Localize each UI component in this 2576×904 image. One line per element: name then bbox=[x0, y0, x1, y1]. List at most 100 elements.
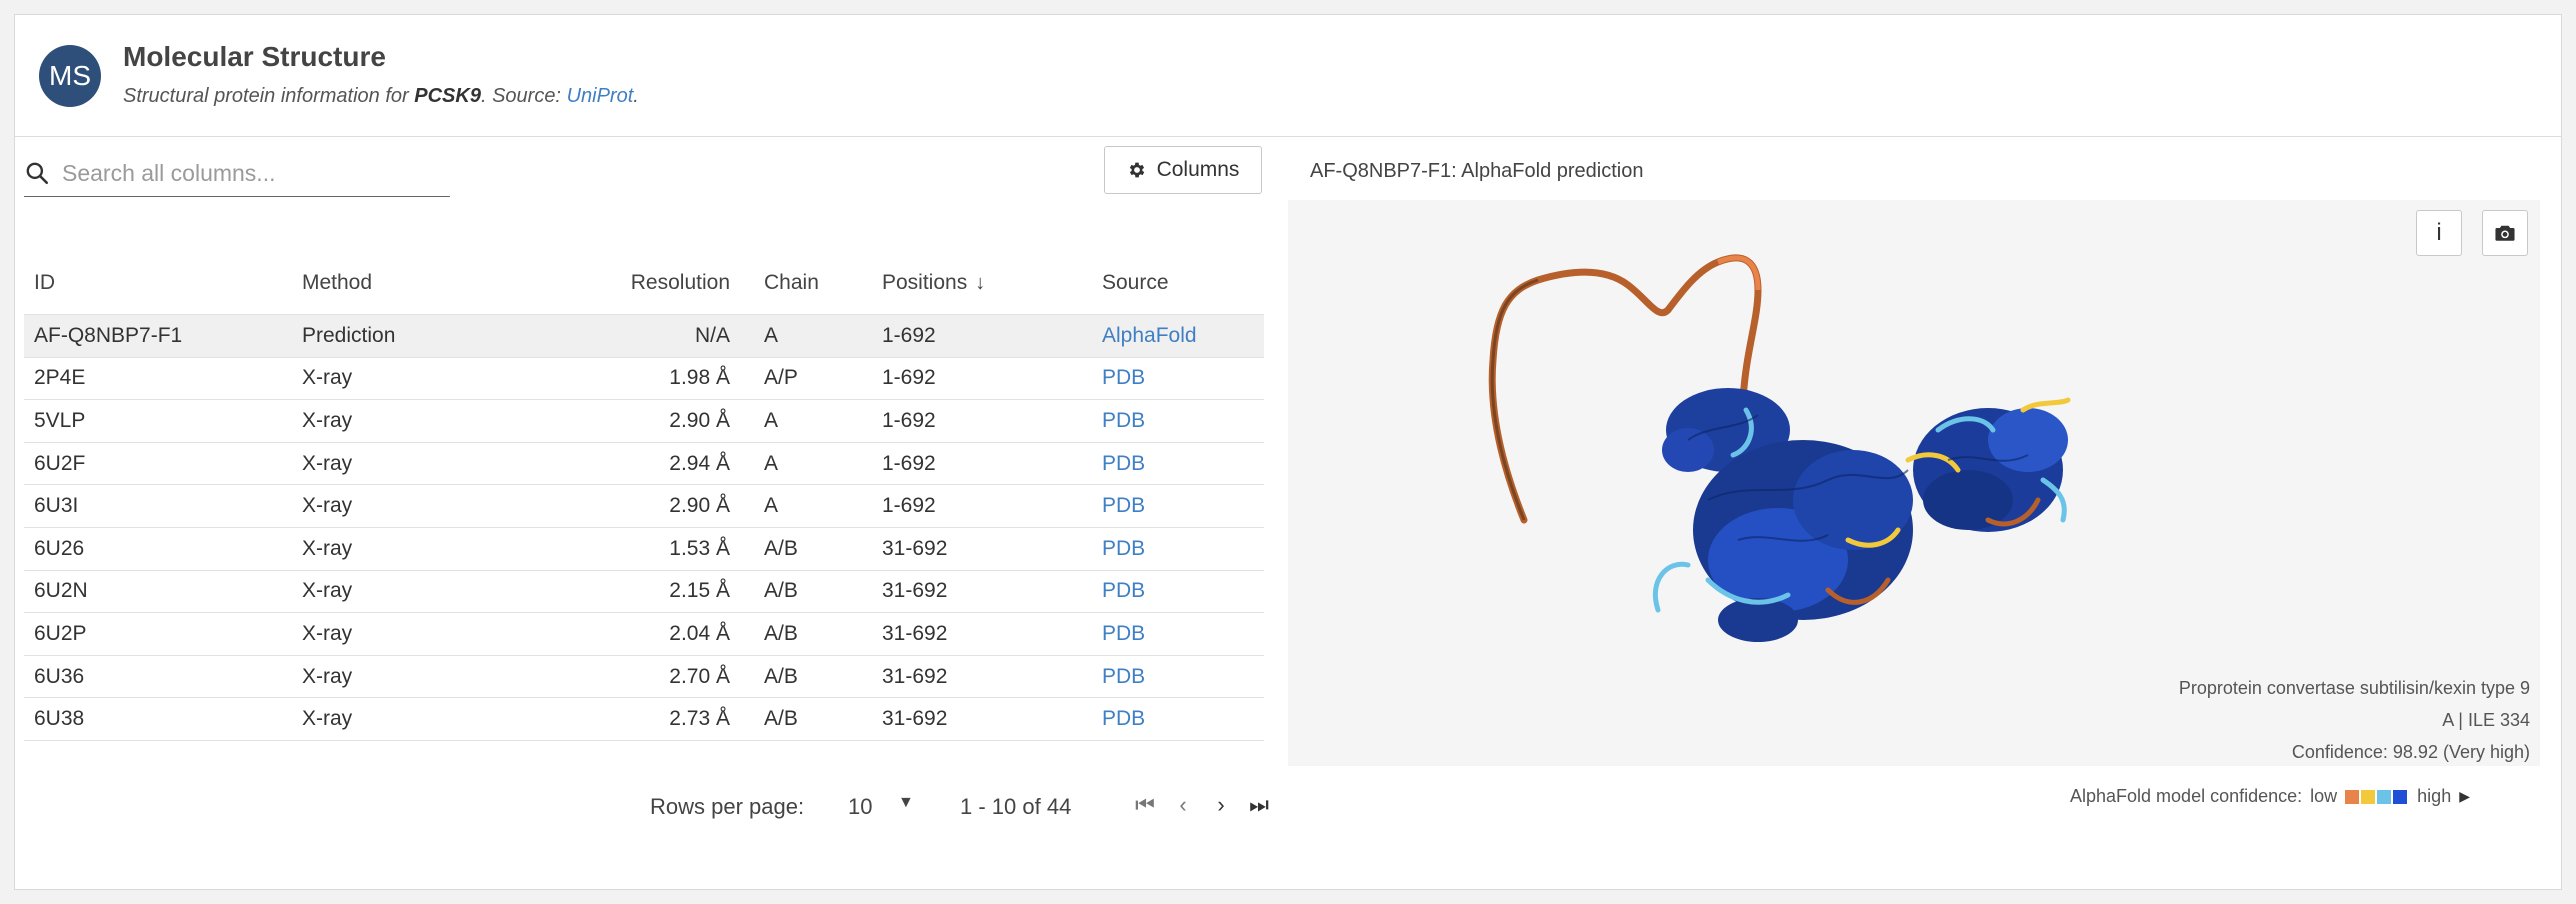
source-link[interactable]: PDB bbox=[1102, 452, 1145, 476]
source-link[interactable]: PDB bbox=[1102, 409, 1145, 433]
source-link[interactable]: PDB bbox=[1102, 366, 1145, 390]
source-link[interactable]: AlphaFold bbox=[1102, 324, 1197, 348]
structure-viewer[interactable]: i Proprotein convertase subtilisin/kexin… bbox=[1288, 200, 2540, 766]
cell-chain: A bbox=[764, 451, 779, 475]
cell-resolution: 2.15 Å bbox=[669, 579, 730, 603]
info-button[interactable]: i bbox=[2416, 210, 2462, 256]
cell-positions: 1-692 bbox=[882, 494, 936, 518]
cell-positions: 31-692 bbox=[882, 536, 948, 560]
column-header-source[interactable]: Source bbox=[1102, 271, 1169, 295]
table-row[interactable]: 6U2F X-ray 2.94 Å A 1-692 PDB bbox=[24, 443, 1264, 486]
cell-positions: 1-692 bbox=[882, 366, 936, 390]
legend-low: low bbox=[2310, 786, 2338, 806]
cell-id: 6U2P bbox=[34, 621, 87, 645]
cell-id: 6U26 bbox=[34, 536, 85, 560]
column-header-positions[interactable]: Positions ↓ bbox=[882, 271, 985, 295]
cell-resolution: 1.98 Å bbox=[669, 366, 730, 390]
cell-positions: 31-692 bbox=[882, 579, 948, 603]
cell-resolution: 2.73 Å bbox=[669, 707, 730, 731]
search-input[interactable] bbox=[60, 156, 444, 190]
caret-right-icon[interactable]: ▶ bbox=[2459, 788, 2470, 805]
table-body: AF-Q8NBP7-F1 Prediction N/A A 1-692 AlphaFold… bbox=[24, 315, 1264, 741]
confidence-swatch bbox=[2345, 789, 2360, 804]
cell-positions: 1-692 bbox=[882, 323, 936, 347]
column-header-method[interactable]: Method bbox=[302, 271, 372, 295]
source-prefix: . Source: bbox=[480, 85, 561, 107]
column-header-id[interactable]: ID bbox=[34, 271, 55, 295]
search-box bbox=[24, 150, 450, 197]
previous-page-icon[interactable]: ‹ bbox=[1168, 792, 1198, 822]
caret-down-icon[interactable]: ▼ bbox=[898, 794, 914, 812]
cell-resolution: 2.90 Å bbox=[669, 494, 730, 518]
cell-method: X-ray bbox=[302, 664, 353, 688]
uniprot-link[interactable]: UniProt bbox=[567, 85, 634, 107]
cell-resolution: 2.94 Å bbox=[669, 451, 730, 475]
confidence-swatch bbox=[2377, 789, 2392, 804]
column-header-resolution[interactable]: Resolution bbox=[560, 271, 730, 295]
cell-resolution: 2.04 Å bbox=[669, 621, 730, 645]
columns-button[interactable]: Columns bbox=[1104, 146, 1262, 194]
table-row[interactable]: 6U2P X-ray 2.04 Å A/B 31-692 PDB bbox=[24, 613, 1264, 656]
cell-chain: A/B bbox=[764, 579, 798, 603]
cell-positions: 31-692 bbox=[882, 621, 948, 645]
structures-table: ID Method Resolution Chain Positions ↓ So… bbox=[24, 252, 1264, 741]
source-link[interactable]: PDB bbox=[1102, 707, 1145, 731]
column-header-chain[interactable]: Chain bbox=[764, 271, 819, 295]
table-row[interactable]: 5VLP X-ray 2.90 Å A 1-692 PDB bbox=[24, 400, 1264, 443]
confidence-info: Confidence: 98.92 (Very high) bbox=[2291, 742, 2530, 762]
table-row[interactable]: AF-Q8NBP7-F1 Prediction N/A A 1-692 AlphaFold bbox=[24, 315, 1264, 358]
confidence-swatch bbox=[2361, 789, 2376, 804]
avatar: MS bbox=[39, 45, 101, 107]
cell-id: 2P4E bbox=[34, 366, 86, 390]
cell-chain: A/B bbox=[764, 664, 798, 688]
cell-resolution: 1.53 Å bbox=[669, 536, 730, 560]
gear-icon bbox=[1129, 162, 1144, 178]
viewer-title-rest: AlphaFold prediction bbox=[1456, 160, 1644, 182]
cell-positions: 1-692 bbox=[882, 408, 936, 432]
source-link[interactable]: PDB bbox=[1102, 622, 1145, 646]
cell-method: X-ray bbox=[302, 579, 353, 603]
search-icon bbox=[26, 162, 49, 185]
cell-method: X-ray bbox=[302, 621, 353, 645]
table-row[interactable]: 6U2N X-ray 2.15 Å A/B 31-692 PDB bbox=[24, 571, 1264, 614]
subtitle-prefix: Structural protein information for bbox=[123, 85, 409, 107]
cell-method: X-ray bbox=[302, 707, 353, 731]
source-link[interactable]: PDB bbox=[1102, 665, 1145, 689]
last-page-icon[interactable]: ⏭ bbox=[1244, 792, 1274, 822]
protein-name: Proprotein convertase subtilisin/kexin t… bbox=[2178, 678, 2530, 698]
table-row[interactable]: 6U3I X-ray 2.90 Å A 1-692 PDB bbox=[24, 485, 1264, 528]
cell-chain: A/P bbox=[764, 366, 798, 390]
screenshot-button[interactable] bbox=[2482, 210, 2528, 256]
cell-id: 6U3I bbox=[34, 494, 79, 518]
cell-id: 6U36 bbox=[34, 664, 85, 688]
next-page-icon[interactable]: › bbox=[1206, 792, 1236, 822]
table-row[interactable]: 6U26 X-ray 1.53 Å A/B 31-692 PDB bbox=[24, 528, 1264, 571]
confidence-swatch bbox=[2393, 789, 2408, 804]
source-link[interactable]: PDB bbox=[1102, 537, 1145, 561]
source-link[interactable]: PDB bbox=[1102, 494, 1145, 518]
legend-high: high bbox=[2417, 786, 2452, 806]
viewer-title: AF-Q8NBP7-F1: AlphaFold prediction bbox=[1310, 160, 1644, 183]
page-range: 1 - 10 of 44 bbox=[960, 794, 1072, 819]
subtitle: Structural protein information for PCSK9… bbox=[123, 85, 639, 108]
columns-button-label: Columns bbox=[1156, 158, 1240, 181]
cell-method: X-ray bbox=[302, 408, 353, 432]
table-header: ID Method Resolution Chain Positions ↓ So… bbox=[24, 252, 1264, 315]
confidence-legend: AlphaFold model confidence: low high ▶ bbox=[2070, 786, 2470, 807]
cell-id: 6U2F bbox=[34, 451, 86, 475]
first-page-icon[interactable]: ⏮ bbox=[1130, 792, 1160, 822]
cell-method: X-ray bbox=[302, 451, 353, 475]
rows-per-page-label: Rows per page: bbox=[650, 794, 805, 819]
table-row[interactable]: 2P4E X-ray 1.98 Å A/P 1-692 PDB bbox=[24, 358, 1264, 401]
cell-id: 6U2N bbox=[34, 579, 88, 603]
source-suffix: . bbox=[633, 85, 639, 107]
cell-chain: A bbox=[764, 323, 779, 347]
source-link[interactable]: PDB bbox=[1102, 579, 1145, 603]
cell-chain: A/B bbox=[764, 536, 798, 560]
table-row[interactable]: 6U36 X-ray 2.70 Å A/B 31-692 PDB bbox=[24, 656, 1264, 699]
cell-method: Prediction bbox=[302, 323, 396, 347]
rows-per-page-select[interactable]: 10 bbox=[848, 794, 872, 820]
cell-positions: 31-692 bbox=[882, 664, 948, 688]
table-row[interactable]: 6U38 X-ray 2.73 Å A/B 31-692 PDB bbox=[24, 698, 1264, 741]
cell-resolution: 2.70 Å bbox=[669, 664, 730, 688]
